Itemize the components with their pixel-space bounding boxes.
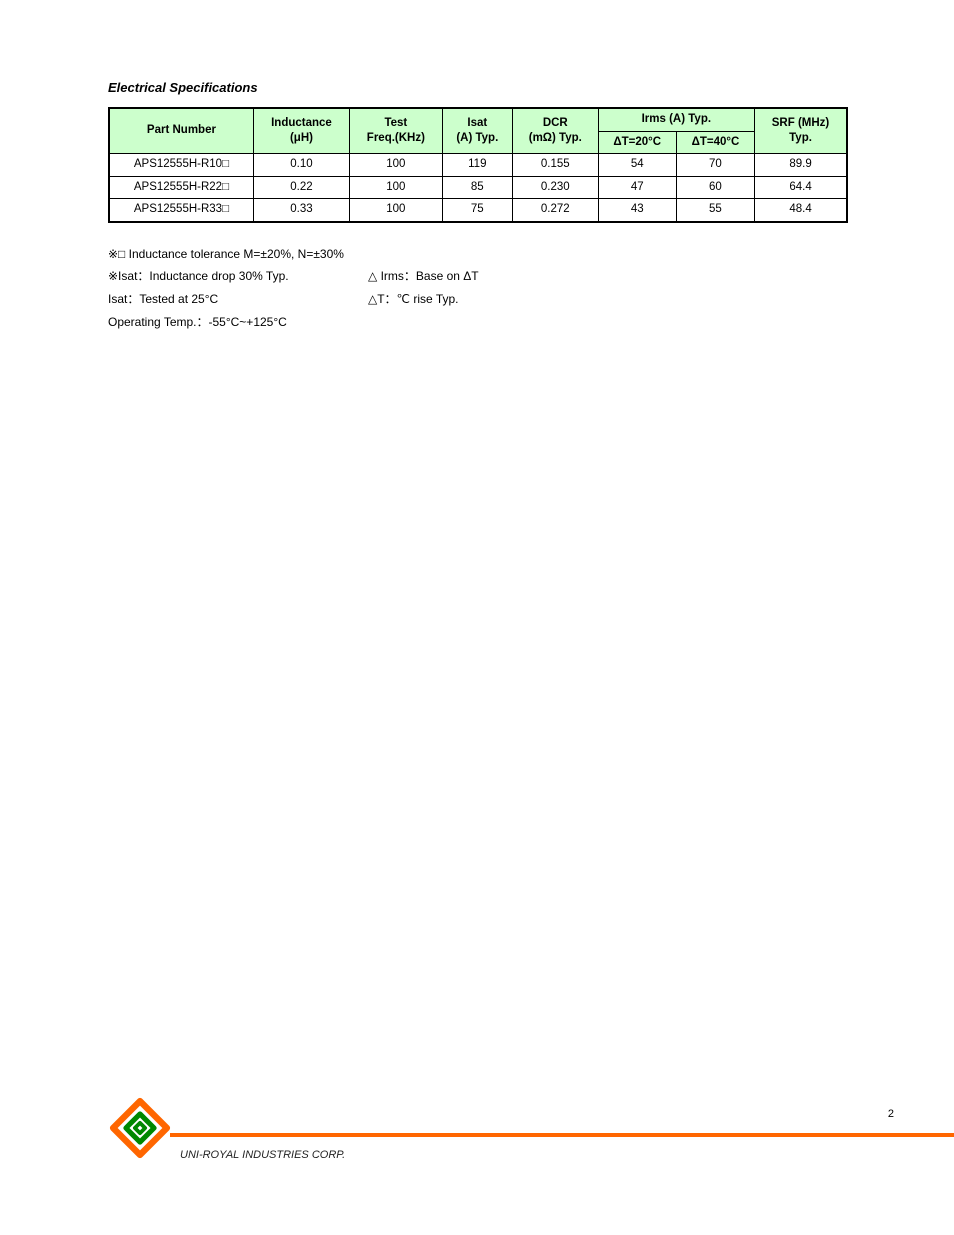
th-part-number-label: Part Number	[147, 124, 216, 136]
table-row: APS12555H-R10□0.101001190.155547089.9	[109, 154, 847, 177]
table-cell: 43	[598, 199, 676, 222]
table-cell: 55	[676, 199, 754, 222]
note-line-3-left: Isat：Tested at 25°C	[108, 288, 368, 311]
th-srf-sub: Typ.	[789, 132, 812, 144]
table-cell: 47	[598, 176, 676, 199]
th-test-freq: Test Freq.(KHz)	[350, 108, 443, 154]
th-isat-unit: (A) Typ.	[456, 132, 498, 144]
table-row: APS12555H-R33□0.33100750.272435548.4	[109, 199, 847, 222]
th-irms-label: Irms (A) Typ.	[642, 113, 711, 125]
th-inductance: Inductance (μH)	[253, 108, 349, 154]
table-cell: APS12555H-R33□	[109, 199, 253, 222]
table-cell: 54	[598, 154, 676, 177]
table-cell: 100	[350, 154, 443, 177]
th-dcr: DCR (mΩ) Typ.	[512, 108, 598, 154]
note-line-3-right: △T：℃ rise Typ.	[368, 288, 894, 311]
table-cell: 119	[442, 154, 512, 177]
spec-table: Part Number Inductance (μH) Test Freq.(K…	[108, 107, 848, 223]
table-cell: 0.155	[512, 154, 598, 177]
th-srf-label: SRF (MHz)	[772, 117, 830, 129]
table-cell: APS12555H-R10□	[109, 154, 253, 177]
notes-block: ※□ Inductance tolerance M=±20%, N=±30% ※…	[108, 243, 894, 334]
th-test-freq-sub: Freq.(KHz)	[367, 132, 425, 144]
th-isat-label: Isat	[467, 117, 487, 129]
table-cell: 0.22	[253, 176, 349, 199]
note-line-4: Operating Temp.：-55°C~+125°C	[108, 311, 894, 334]
th-dcr-unit: (mΩ) Typ.	[529, 132, 582, 144]
footer-divider	[170, 1133, 954, 1137]
th-dt20: ΔT=20°C	[598, 131, 676, 154]
table-cell: APS12555H-R22□	[109, 176, 253, 199]
th-part-number: Part Number	[109, 108, 253, 154]
company-logo-icon	[108, 1096, 172, 1160]
table-cell: 75	[442, 199, 512, 222]
th-isat: Isat (A) Typ.	[442, 108, 512, 154]
table-cell: 0.272	[512, 199, 598, 222]
th-test-freq-label: Test	[384, 117, 407, 129]
table-cell: 89.9	[755, 154, 847, 177]
th-inductance-label: Inductance	[271, 117, 332, 129]
table-cell: 64.4	[755, 176, 847, 199]
table-cell: 48.4	[755, 199, 847, 222]
table-cell: 100	[350, 199, 443, 222]
th-dcr-label: DCR	[543, 117, 568, 129]
note-line-2-left: ※Isat：Inductance drop 30% Typ.	[108, 265, 368, 288]
table-cell: 0.230	[512, 176, 598, 199]
note-line-1: ※□ Inductance tolerance M=±20%, N=±30%	[108, 243, 894, 266]
table-cell: 0.33	[253, 199, 349, 222]
table-cell: 85	[442, 176, 512, 199]
page-number: 2	[888, 1108, 894, 1120]
footer-company: UNI-ROYAL INDUSTRIES CORP.	[180, 1149, 345, 1161]
note-line-2-right: △ Irms：Base on ΔT	[368, 265, 894, 288]
th-irms: Irms (A) Typ.	[598, 108, 754, 131]
th-dt40: ΔT=40°C	[676, 131, 754, 154]
table-row: APS12555H-R22□0.22100850.230476064.4	[109, 176, 847, 199]
section-title: Electrical Specifications	[108, 80, 894, 95]
table-cell: 60	[676, 176, 754, 199]
table-cell: 100	[350, 176, 443, 199]
th-inductance-unit: (μH)	[290, 132, 313, 144]
table-cell: 0.10	[253, 154, 349, 177]
th-srf: SRF (MHz) Typ.	[755, 108, 847, 154]
table-cell: 70	[676, 154, 754, 177]
